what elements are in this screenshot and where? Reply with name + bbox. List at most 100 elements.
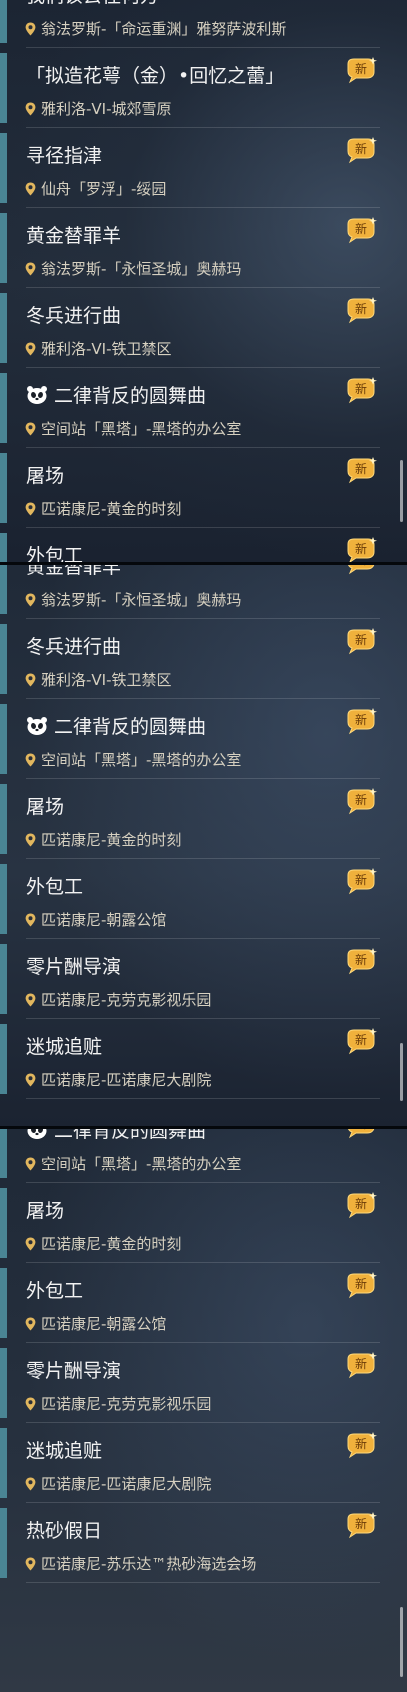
mission-list-item[interactable]: 迷城追赃 匹诺康尼-匹诺康尼大剧院 新 xyxy=(0,1019,380,1099)
svg-text:新: 新 xyxy=(355,1032,367,1047)
mission-location: 雅利洛-VI-铁卫禁区 xyxy=(25,338,172,359)
mission-location-text: 仙舟「罗浮」-绥园 xyxy=(41,180,167,198)
svg-text:新: 新 xyxy=(355,712,367,727)
mission-title: 屠场 xyxy=(26,792,64,819)
mission-list-item[interactable]: 外包工匹诺康尼-朝露公馆新 xyxy=(0,528,380,562)
svg-text:新: 新 xyxy=(355,1436,367,1451)
svg-text:新: 新 xyxy=(355,1356,367,1371)
location-pin-icon xyxy=(25,182,36,196)
mission-title: 黄金替罪羊 xyxy=(26,221,121,248)
mission-list-item[interactable]: 黄金替罪羊翁法罗斯-「永恒圣城」奥赫玛 新 xyxy=(0,565,380,619)
mission-list-item[interactable]: 二律背反的圆舞曲空间站「黑塔」-黑塔的办公室 新 xyxy=(0,699,380,779)
selection-accent-bar xyxy=(0,373,7,443)
location-pin-icon xyxy=(25,342,36,356)
mission-title: 「拟造花萼（金）•回忆之蕾」 xyxy=(26,61,284,88)
svg-text:新: 新 xyxy=(355,1516,367,1531)
location-pin-icon xyxy=(25,1157,36,1171)
mission-title: 黄金替罪羊 xyxy=(26,565,121,579)
location-pin-icon xyxy=(25,753,36,767)
mission-title-text: 二律背反的圆舞曲 xyxy=(54,385,207,407)
mission-title: 屠场 xyxy=(26,1196,64,1223)
mission-location-text: 翁法罗斯-「命运重渊」雅努萨波利斯 xyxy=(41,20,287,38)
selection-accent-bar xyxy=(0,944,7,1014)
mission-list-item[interactable]: 外包工匹诺康尼-朝露公馆新 xyxy=(0,1263,380,1343)
scrollbar-thumb[interactable] xyxy=(400,1043,403,1101)
mission-title: 冬兵进行曲 xyxy=(26,301,121,328)
mission-title: 外包工 xyxy=(26,541,83,562)
mission-title: 外包工 xyxy=(26,1276,83,1303)
selection-accent-bar xyxy=(0,1348,7,1418)
mission-location-text: 匹诺康尼-黄金的时刻 xyxy=(41,831,182,849)
mission-location: 匹诺康尼-匹诺康尼大剧院 xyxy=(25,1069,211,1090)
new-badge-icon: 新 xyxy=(344,707,378,735)
mission-location-text: 匹诺康尼-朝露公馆 xyxy=(41,911,167,929)
mission-list-item[interactable]: 「拟造花萼（金）•回忆之蕾」 雅利洛-VI-城郊雪原 新 xyxy=(0,48,380,128)
mission-list-item[interactable]: 黄金替罪羊翁法罗斯-「永恒圣城」奥赫玛 新 xyxy=(0,208,380,288)
new-badge-icon: 新 xyxy=(344,1129,378,1139)
location-pin-icon xyxy=(25,993,36,1007)
mission-location-text: 匹诺康尼-匹诺康尼大剧院 xyxy=(41,1475,212,1493)
item-divider xyxy=(26,1098,380,1099)
selection-accent-bar xyxy=(0,1188,7,1258)
mission-list-item[interactable]: 寻径指津仙舟「罗浮」-绥园 新 xyxy=(0,128,380,208)
new-badge-icon: 新 xyxy=(344,1351,378,1379)
selection-accent-bar xyxy=(0,565,7,614)
mission-list-item[interactable]: 外包工匹诺康尼-朝露公馆新 xyxy=(0,859,380,939)
svg-text:新: 新 xyxy=(355,541,367,556)
selection-accent-bar xyxy=(0,0,7,43)
mission-location: 翁法罗斯-「永恒圣城」奥赫玛 xyxy=(25,589,241,610)
svg-text:新: 新 xyxy=(355,952,367,967)
mission-title-text: 二律背反的圆舞曲 xyxy=(54,716,207,738)
svg-text:新: 新 xyxy=(355,141,367,156)
scrollbar-thumb[interactable] xyxy=(400,460,403,522)
mission-title-text: 「拟造花萼（金）•回忆之蕾」 xyxy=(26,65,285,87)
mission-title-text: 黄金替罪羊 xyxy=(26,225,122,247)
new-badge-icon: 新 xyxy=(344,536,378,562)
mission-list-item[interactable]: 热砂假日 匹诺康尼-苏乐达™热砂海选会场 新 xyxy=(0,1503,380,1583)
selection-accent-bar xyxy=(0,624,7,694)
mission-list-item[interactable]: 屠场 匹诺康尼-黄金的时刻 新 xyxy=(0,779,380,859)
new-badge-icon: 新 xyxy=(344,1027,378,1055)
selection-accent-bar xyxy=(0,533,7,562)
mission-location-text: 雅利洛-VI-城郊雪原 xyxy=(41,100,172,118)
mission-title-text: 冬兵进行曲 xyxy=(26,636,122,658)
location-pin-icon xyxy=(25,833,36,847)
mission-list-item[interactable]: 冬兵进行曲雅利洛-VI-铁卫禁区 新 xyxy=(0,288,380,368)
selection-accent-bar xyxy=(0,453,7,523)
mission-title: 二律背反的圆舞曲 xyxy=(26,381,206,408)
mission-location: 匹诺康尼-朝露公馆 xyxy=(25,909,166,930)
svg-text:新: 新 xyxy=(355,301,367,316)
mission-list-item[interactable]: 冬兵进行曲 雅利洛-VI-铁卫禁区 新 xyxy=(0,619,380,699)
selection-accent-bar xyxy=(0,53,7,123)
mission-title-text: 冬兵进行曲 xyxy=(26,305,122,327)
mission-title-text: 屠场 xyxy=(26,796,65,818)
mission-title-text: 寻径指津 xyxy=(26,145,103,167)
new-badge-icon: 新 xyxy=(344,216,378,244)
mission-location-text: 匹诺康尼-朝露公馆 xyxy=(41,1315,167,1333)
mission-list-item[interactable]: 迷城追赃 匹诺康尼-匹诺康尼大剧院 新 xyxy=(0,1423,380,1503)
mission-location-text: 空间站「黑塔」-黑塔的办公室 xyxy=(41,420,242,438)
new-badge-icon: 新 xyxy=(344,1191,378,1219)
mission-list-item[interactable]: 屠场 匹诺康尼-黄金的时刻 新 xyxy=(0,448,380,528)
mission-location: 匹诺康尼-黄金的时刻 xyxy=(25,498,181,519)
mission-list-item[interactable]: 二律背反的圆舞曲空间站「黑塔」-黑塔的办公室 新 xyxy=(0,368,380,448)
mission-title: 冬兵进行曲 xyxy=(26,632,121,659)
mission-list-item[interactable]: 二律背反的圆舞曲空间站「黑塔」-黑塔的办公室 新 xyxy=(0,1129,380,1183)
new-badge-icon: 新 xyxy=(344,947,378,975)
mission-location-text: 匹诺康尼-克劳克影视乐园 xyxy=(41,991,212,1009)
location-pin-icon xyxy=(25,1317,36,1331)
new-badge-icon: 新 xyxy=(344,1431,378,1459)
scrollbar-thumb[interactable] xyxy=(400,1607,403,1677)
new-badge-icon: 新 xyxy=(344,1511,378,1539)
mission-location: 翁法罗斯-「命运重渊」雅努萨波利斯 xyxy=(25,18,286,39)
location-pin-icon xyxy=(25,673,36,687)
new-badge-icon: 新 xyxy=(344,456,378,484)
mission-list-item[interactable]: 零片酬导演 匹诺康尼-克劳克影视乐园 新 xyxy=(0,939,380,1019)
mission-list-item[interactable]: 零片酬导演 匹诺康尼-克劳克影视乐园 新 xyxy=(0,1343,380,1423)
location-pin-icon xyxy=(25,262,36,276)
mission-location-text: 空间站「黑塔」-黑塔的办公室 xyxy=(41,1155,242,1173)
mission-location-text: 雅利洛-VI-铁卫禁区 xyxy=(41,671,172,689)
mission-list-item[interactable]: 我们该去往何方翁法罗斯-「命运重渊」雅努萨波利斯 xyxy=(0,0,380,48)
mission-location-text: 雅利洛-VI-铁卫禁区 xyxy=(41,340,172,358)
mission-list-item[interactable]: 屠场 匹诺康尼-黄金的时刻 新 xyxy=(0,1183,380,1263)
